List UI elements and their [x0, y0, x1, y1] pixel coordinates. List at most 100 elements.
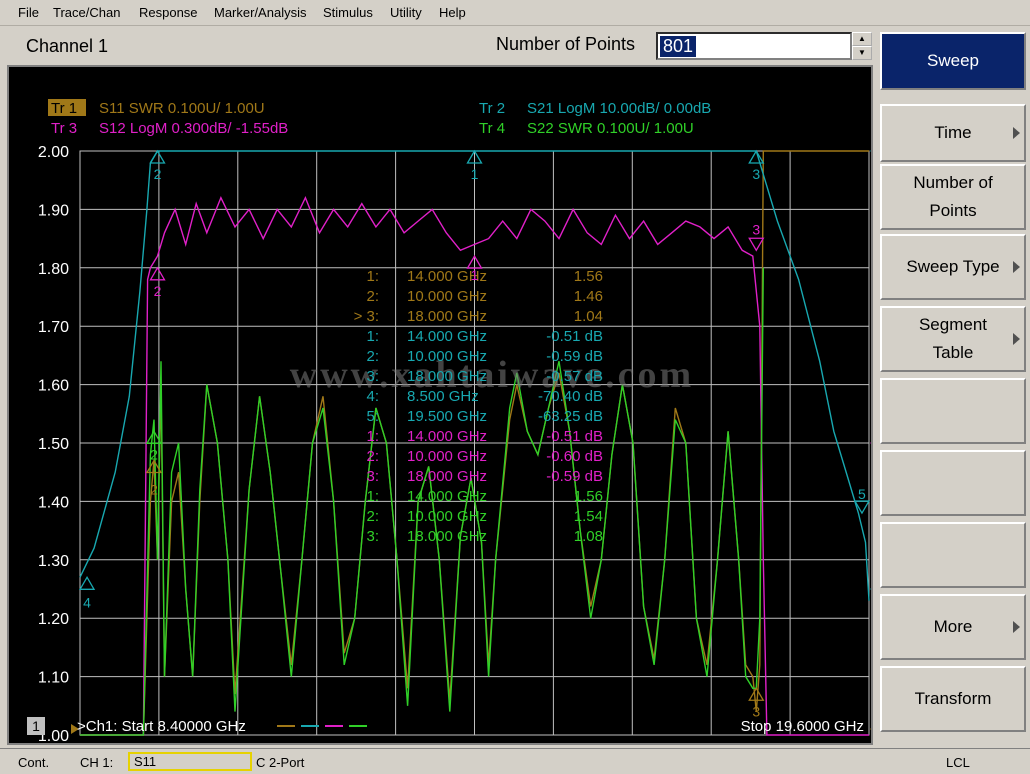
softkey-label: More	[933, 617, 973, 636]
channel-badge: 1	[32, 718, 40, 734]
y-tick-label: 1.80	[38, 261, 69, 278]
softkey-label: Transform	[914, 689, 992, 708]
marker-value: -0.57 dB	[546, 368, 603, 385]
marker-freq: 14.000 GHz	[407, 328, 487, 345]
trace-tag: Tr 3	[51, 120, 77, 137]
marker-freq: 18.000 GHz	[407, 468, 487, 485]
status-cal: C 2-Port	[256, 755, 305, 770]
trace-tag: Tr 4	[479, 120, 505, 137]
marker-number: 2	[150, 482, 158, 498]
reference-arrow-icon	[870, 150, 871, 152]
marker-number: 3	[752, 703, 760, 719]
channel-panel: Channel 1 Number of Points 801 ▲ ▼ 2.00 1…	[4, 28, 874, 746]
marker-value: 1.56	[574, 268, 603, 285]
marker-number: 2	[154, 283, 162, 299]
marker-freq: 10.000 GHz	[407, 508, 487, 525]
submenu-arrow-icon	[1013, 621, 1020, 633]
submenu-arrow-icon	[1013, 333, 1020, 345]
marker-triangle	[149, 266, 166, 281]
trace-desc: S12 LogM 0.300dB/ -1.55dB	[99, 120, 288, 137]
channel-title: Channel 1	[26, 36, 109, 56]
marker-value: -0.51 dB	[546, 328, 603, 345]
spin-down-icon[interactable]: ▼	[852, 46, 872, 60]
marker-triangle	[78, 576, 96, 590]
marker-id: > 3:	[354, 308, 379, 325]
marker-id: 3:	[366, 528, 379, 545]
menu-help[interactable]: Help	[439, 5, 466, 20]
marker-freq: 14.000 GHz	[407, 428, 487, 445]
trace-desc: S11 SWR 0.100U/ 1.00U	[99, 100, 265, 117]
softkey-more[interactable]: More	[880, 594, 1026, 660]
status-bar: Cont. CH 1: S11 C 2-Port LCL	[0, 748, 1030, 774]
marker-triangle	[748, 237, 765, 252]
reference-arrow-icon	[870, 728, 871, 730]
softkey-blank-7[interactable]	[880, 522, 1026, 588]
plot-area[interactable]: 2.00 1.90 1.80 1.70 1.60 1.50 1.40 1.30 1.20 1.10…	[7, 65, 873, 745]
menu-trace-chan[interactable]: Trace/Chan	[53, 5, 120, 20]
softkey-label: Time	[934, 123, 972, 142]
softkey-time[interactable]: Time	[880, 104, 1026, 162]
marker-number: 5	[858, 486, 866, 502]
marker-number: 1	[471, 267, 479, 283]
marker-value: 1.04	[574, 308, 603, 325]
marker-value: -70.40 dB	[538, 388, 603, 405]
marker-value: 1.46	[574, 288, 603, 305]
marker-id: 2:	[366, 448, 379, 465]
marker-freq: 14.000 GHz	[407, 488, 487, 505]
softkey-sweep[interactable]: Sweep	[880, 32, 1026, 90]
marker-id: 5:	[366, 408, 379, 425]
y-tick-label: 1.40	[38, 494, 69, 511]
menu-marker-analysis[interactable]: Marker/Analysis	[214, 5, 306, 20]
marker-id: 1:	[366, 268, 379, 285]
menu-stimulus[interactable]: Stimulus	[323, 5, 373, 20]
marker-number: 3	[752, 221, 760, 237]
softkey-label: Number of Points	[913, 173, 993, 220]
trace-desc: S21 LogM 10.00dB/ 0.00dB	[527, 100, 711, 117]
points-label: Number of Points	[496, 34, 636, 54]
softkey-transform[interactable]: Transform	[880, 666, 1026, 732]
menu-bar: File Trace/Chan Response Marker/Analysis…	[0, 0, 1030, 26]
marker-freq: 18.000 GHz	[407, 528, 487, 545]
y-tick-label: 1.20	[38, 611, 69, 628]
menu-utility[interactable]: Utility	[390, 5, 422, 20]
marker-value: -0.59 dB	[546, 468, 603, 485]
softkey-label: Sweep	[927, 51, 979, 70]
y-tick-label: 1.90	[38, 202, 69, 219]
marker-value: 1.54	[574, 508, 603, 525]
y-tick-label: 1.60	[38, 378, 69, 395]
marker-value: -0.59 dB	[546, 348, 603, 365]
softkey-segment-table[interactable]: Segment Table	[880, 306, 1026, 372]
softkey-number-of-points[interactable]: Number of Points	[880, 164, 1026, 230]
marker-freq: 18.000 GHz	[407, 308, 487, 325]
watermark-text: www.xahtaiwave.com	[290, 354, 694, 396]
points-value: 801	[660, 36, 697, 57]
marker-value: -63.25 dB	[538, 408, 603, 425]
points-spinner[interactable]: ▲ ▼	[852, 32, 872, 60]
marker-number: 1	[471, 166, 479, 182]
marker-id: 3:	[366, 368, 379, 385]
marker-value: -0.60 dB	[546, 448, 603, 465]
reference-arrow-icon	[870, 588, 871, 590]
marker-triangle	[149, 149, 166, 164]
softkey-panel: Sweep Time Number of Points Sweep Type Segmen…	[876, 28, 1030, 746]
spin-up-icon[interactable]: ▲	[852, 32, 872, 46]
marker-freq: 18.000 GHz	[407, 368, 487, 385]
marker-freq: 10.000 GHz	[407, 348, 487, 365]
status-channel: CH 1:	[80, 755, 114, 770]
submenu-arrow-icon	[1013, 261, 1020, 273]
menu-response[interactable]: Response	[139, 5, 198, 20]
status-param[interactable]: S11	[128, 752, 252, 771]
menu-file[interactable]: File	[18, 5, 39, 20]
marker-triangle	[748, 686, 765, 701]
softkey-blank-6[interactable]	[880, 450, 1026, 516]
marker-freq: 10.000 GHz	[407, 448, 487, 465]
trace-tag: Tr 2	[479, 100, 505, 117]
trace-desc: S22 SWR 0.100U/ 1.00U	[527, 120, 694, 137]
marker-freq: 19.500 GHz	[407, 408, 487, 425]
points-input[interactable]: 801	[656, 32, 852, 60]
softkey-sweep-type[interactable]: Sweep Type	[880, 234, 1026, 300]
softkey-label: Segment Table	[918, 315, 988, 362]
status-mode: Cont.	[18, 755, 50, 770]
marker-id: 4:	[366, 388, 379, 405]
softkey-blank-5[interactable]	[880, 378, 1026, 444]
